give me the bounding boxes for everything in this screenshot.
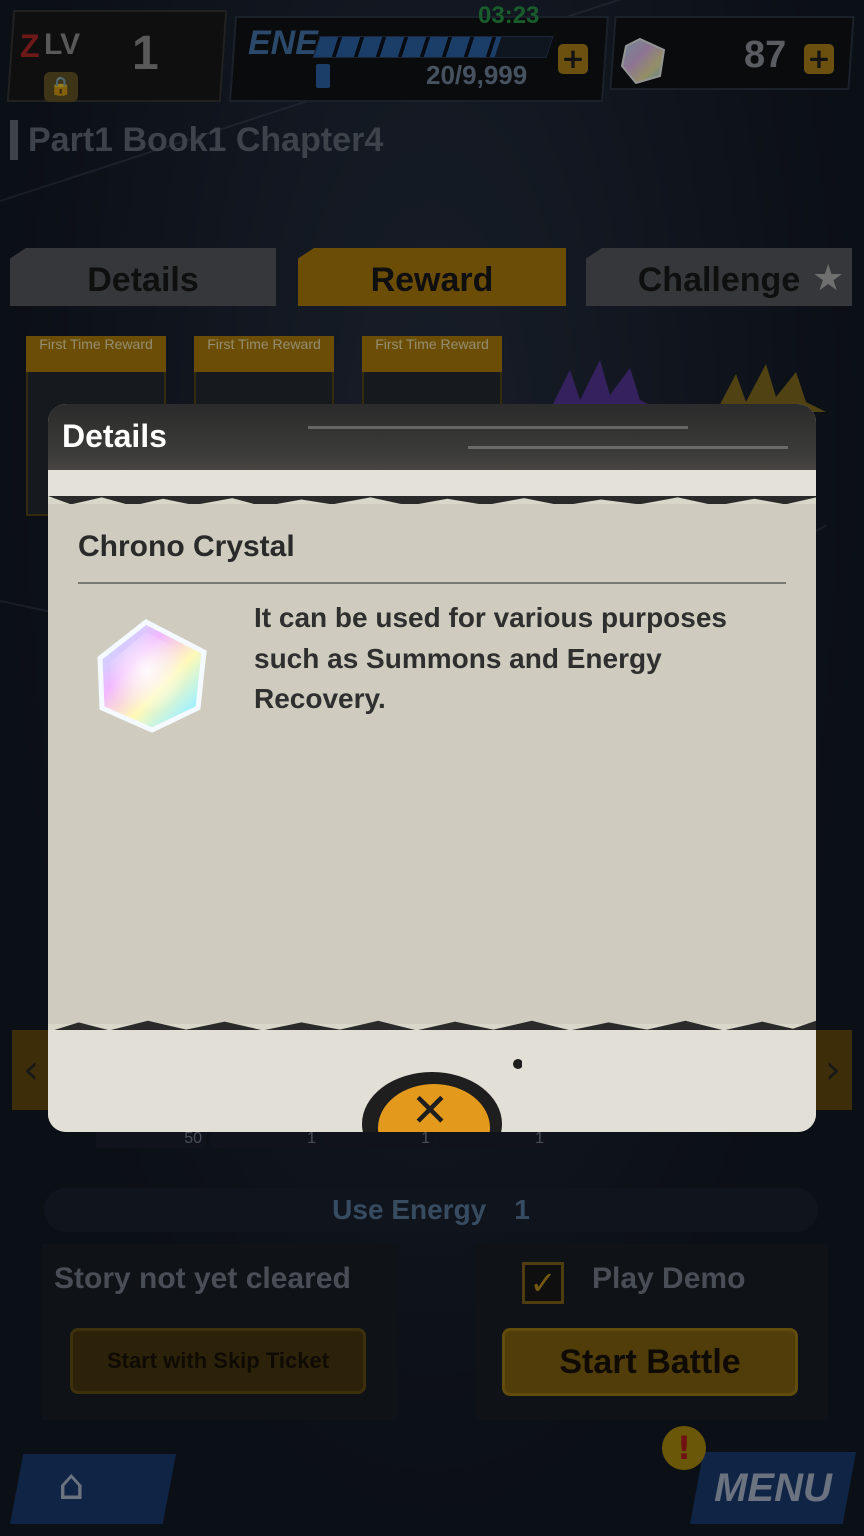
divider: [78, 582, 786, 584]
modal-title: Details: [62, 418, 167, 454]
close-icon[interactable]: ✕: [392, 1080, 468, 1132]
header-texture: [308, 426, 688, 429]
item-description: It can be used for various purposes such…: [254, 602, 728, 714]
item-name: Chrono Crystal: [78, 530, 295, 563]
header-band: [48, 470, 816, 498]
header-texture: [468, 446, 788, 449]
chrono-crystal-icon: [97, 619, 207, 733]
details-modal: Details Chrono Crystal It can be used fo…: [48, 404, 816, 1132]
